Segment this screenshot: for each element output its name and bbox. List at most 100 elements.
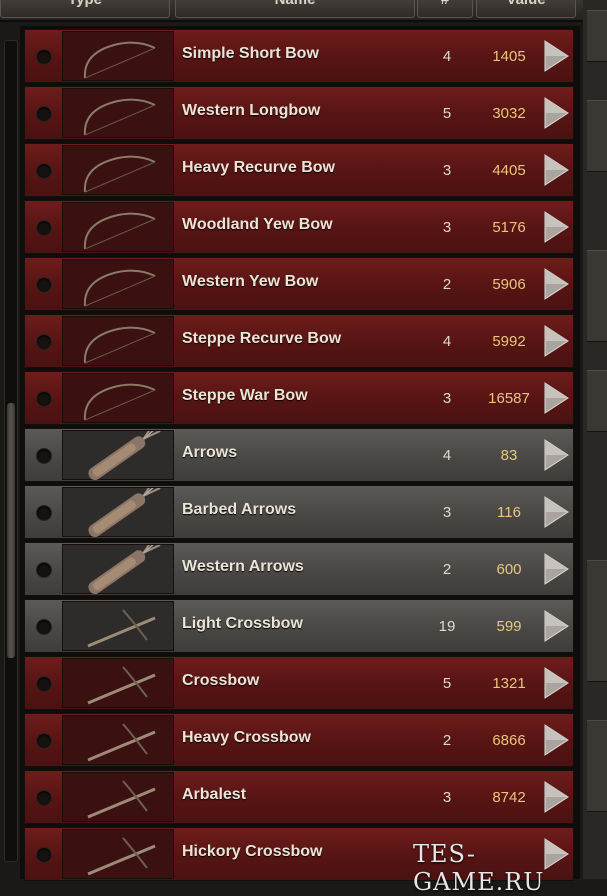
item-quantity: 3 [442,219,452,236]
transfer-arrow-icon[interactable] [542,324,570,358]
select-radio[interactable] [36,163,52,179]
item-value: 16587 [488,390,530,407]
transfer-arrow-icon[interactable] [542,267,570,301]
bow-icon [83,155,156,193]
item-value: 6866 [492,732,526,749]
select-radio[interactable] [36,106,52,122]
list-item[interactable]: Steppe War Bow 3 16587 [24,371,574,425]
list-item[interactable]: Western Yew Bow 2 5906 [24,257,574,311]
item-thumbnail [62,31,174,81]
column-header-type-label: Type [68,0,102,8]
transfer-arrow-icon[interactable] [542,438,570,472]
scrollbar-track[interactable] [4,40,18,862]
select-radio[interactable] [36,619,52,635]
side-panel-block [587,10,607,62]
bow-icon [83,98,156,136]
transfer-arrow-icon[interactable] [542,609,570,643]
list-item[interactable]: Heavy Recurve Bow 3 4405 [24,143,574,197]
quiver-icon [88,488,161,538]
transfer-arrow-icon[interactable] [542,666,570,700]
item-quantity: 4 [442,48,452,65]
select-radio[interactable] [36,505,52,521]
column-header-name[interactable]: Name [175,0,415,18]
side-panel-block [587,250,607,342]
transfer-arrow-icon[interactable] [542,153,570,187]
side-panel-block [587,370,607,432]
item-name: Western Arrows [182,558,304,575]
scrollbar-thumb[interactable] [7,403,15,658]
select-radio[interactable] [36,391,52,407]
side-panel-block [587,100,607,172]
transfer-arrow-icon[interactable] [542,780,570,814]
item-thumbnail [62,715,174,765]
item-name: Arrows [182,444,238,461]
item-thumbnail [62,544,174,595]
item-thumbnail [62,772,174,822]
column-header-name-label: Name [275,0,316,8]
item-name: Simple Short Bow [182,45,319,62]
select-radio[interactable] [36,562,52,578]
select-radio[interactable] [36,334,52,350]
select-radio[interactable] [36,49,52,65]
list-item[interactable]: Western Longbow 5 3032 [24,86,574,140]
bow-icon [83,41,156,79]
side-panel-block [587,560,607,682]
list-item[interactable]: Heavy Crossbow 2 6866 [24,713,574,767]
transfer-arrow-icon[interactable] [542,96,570,130]
select-radio[interactable] [36,448,52,464]
list-item[interactable]: Simple Short Bow 4 1405 [24,29,574,83]
item-name: Heavy Recurve Bow [182,159,335,176]
item-name: Light Crossbow [182,615,303,632]
item-quantity: 3 [442,504,452,521]
item-name: Arbalest [182,786,247,803]
transfer-arrow-icon[interactable] [542,39,570,73]
list-item[interactable]: Light Crossbow 19 599 [24,599,574,653]
list-item[interactable]: Crossbow 5 1321 [24,656,574,710]
list-item[interactable]: Woodland Yew Bow 3 5176 [24,200,574,254]
item-quantity: 5 [442,105,452,122]
column-header-value[interactable]: Value [476,0,576,18]
transfer-arrow-icon[interactable] [542,723,570,757]
select-radio[interactable] [36,676,52,692]
item-thumbnail [62,145,174,195]
select-radio[interactable] [36,847,52,863]
list-header: Type Name # Value [0,0,607,22]
transfer-arrow-icon[interactable] [542,495,570,529]
item-thumbnail [62,430,174,481]
select-radio[interactable] [36,790,52,806]
item-quantity: 3 [442,390,452,407]
select-radio[interactable] [36,277,52,293]
list-item[interactable]: Steppe Recurve Bow 4 5992 [24,314,574,368]
transfer-arrow-icon[interactable] [542,552,570,586]
select-radio[interactable] [36,733,52,749]
transfer-arrow-icon[interactable] [542,381,570,415]
item-thumbnail [62,601,174,651]
item-quantity: 3 [442,162,452,179]
select-radio[interactable] [36,220,52,236]
column-header-value-label: Value [506,0,545,8]
transfer-arrow-icon[interactable] [542,210,570,244]
item-thumbnail [62,316,174,366]
list-item[interactable]: Arbalest 3 8742 [24,770,574,824]
crossbow-icon [87,780,156,819]
item-quantity: 2 [442,561,452,578]
list-item[interactable]: Western Arrows 2 600 [24,542,574,596]
item-name: Western Yew Bow [182,273,319,290]
item-name: Woodland Yew Bow [182,216,333,233]
list-item[interactable]: Barbed Arrows 3 116 [24,485,574,539]
item-name: Crossbow [182,672,260,689]
crossbow-icon [87,609,156,648]
column-header-count[interactable]: # [417,0,473,18]
crossbow-icon [87,723,156,762]
list-item[interactable]: Arrows 4 83 [24,428,574,482]
item-name: Barbed Arrows [182,501,297,518]
column-header-type[interactable]: Type [0,0,170,18]
watermark: TES-GAME.RU [413,840,545,896]
item-thumbnail [62,373,174,423]
item-value: 5906 [492,276,526,293]
item-thumbnail [62,88,174,138]
item-value: 116 [497,504,521,521]
bow-icon [83,383,156,421]
bow-icon [83,326,156,364]
item-thumbnail [62,658,174,708]
